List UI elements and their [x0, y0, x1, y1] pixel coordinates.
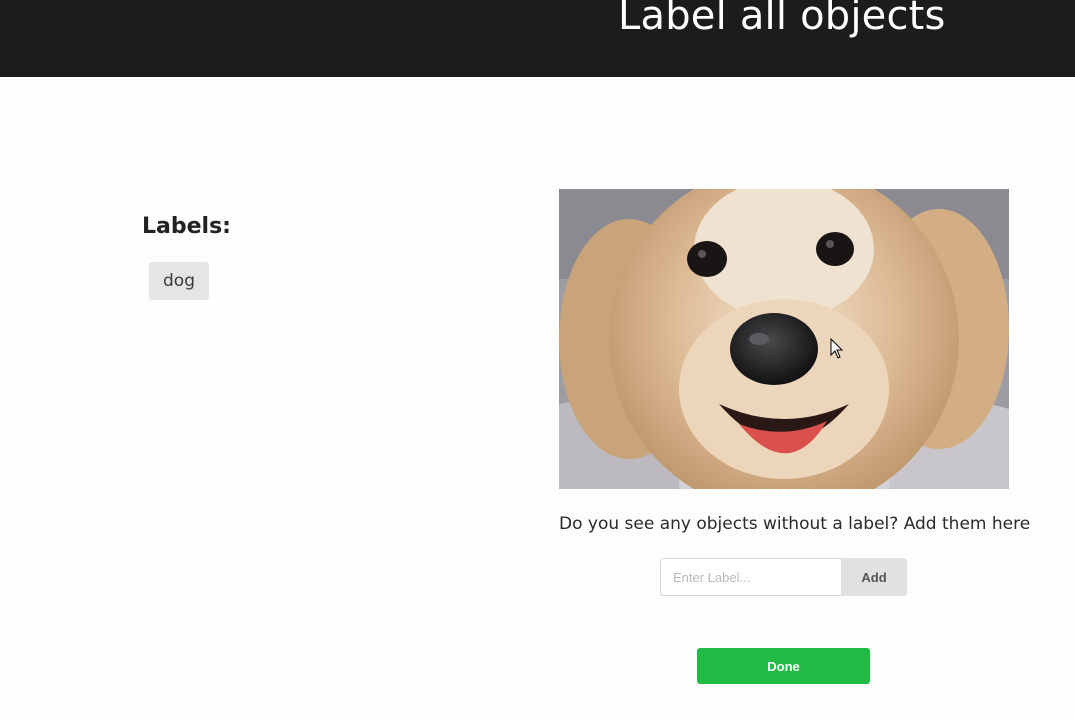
page-title: Label all objects [618, 0, 946, 39]
add-button[interactable]: Add [841, 558, 907, 596]
page-header: Label all objects [0, 0, 1075, 77]
dog-photo [559, 189, 1009, 489]
done-button[interactable]: Done [697, 648, 870, 684]
label-input[interactable] [660, 558, 841, 596]
add-label-form: Add [660, 558, 907, 596]
dog-image[interactable] [559, 189, 1009, 489]
label-chip-dog[interactable]: dog [149, 262, 209, 300]
labels-heading: Labels: [142, 214, 231, 239]
add-objects-prompt: Do you see any objects without a label? … [559, 514, 1031, 534]
